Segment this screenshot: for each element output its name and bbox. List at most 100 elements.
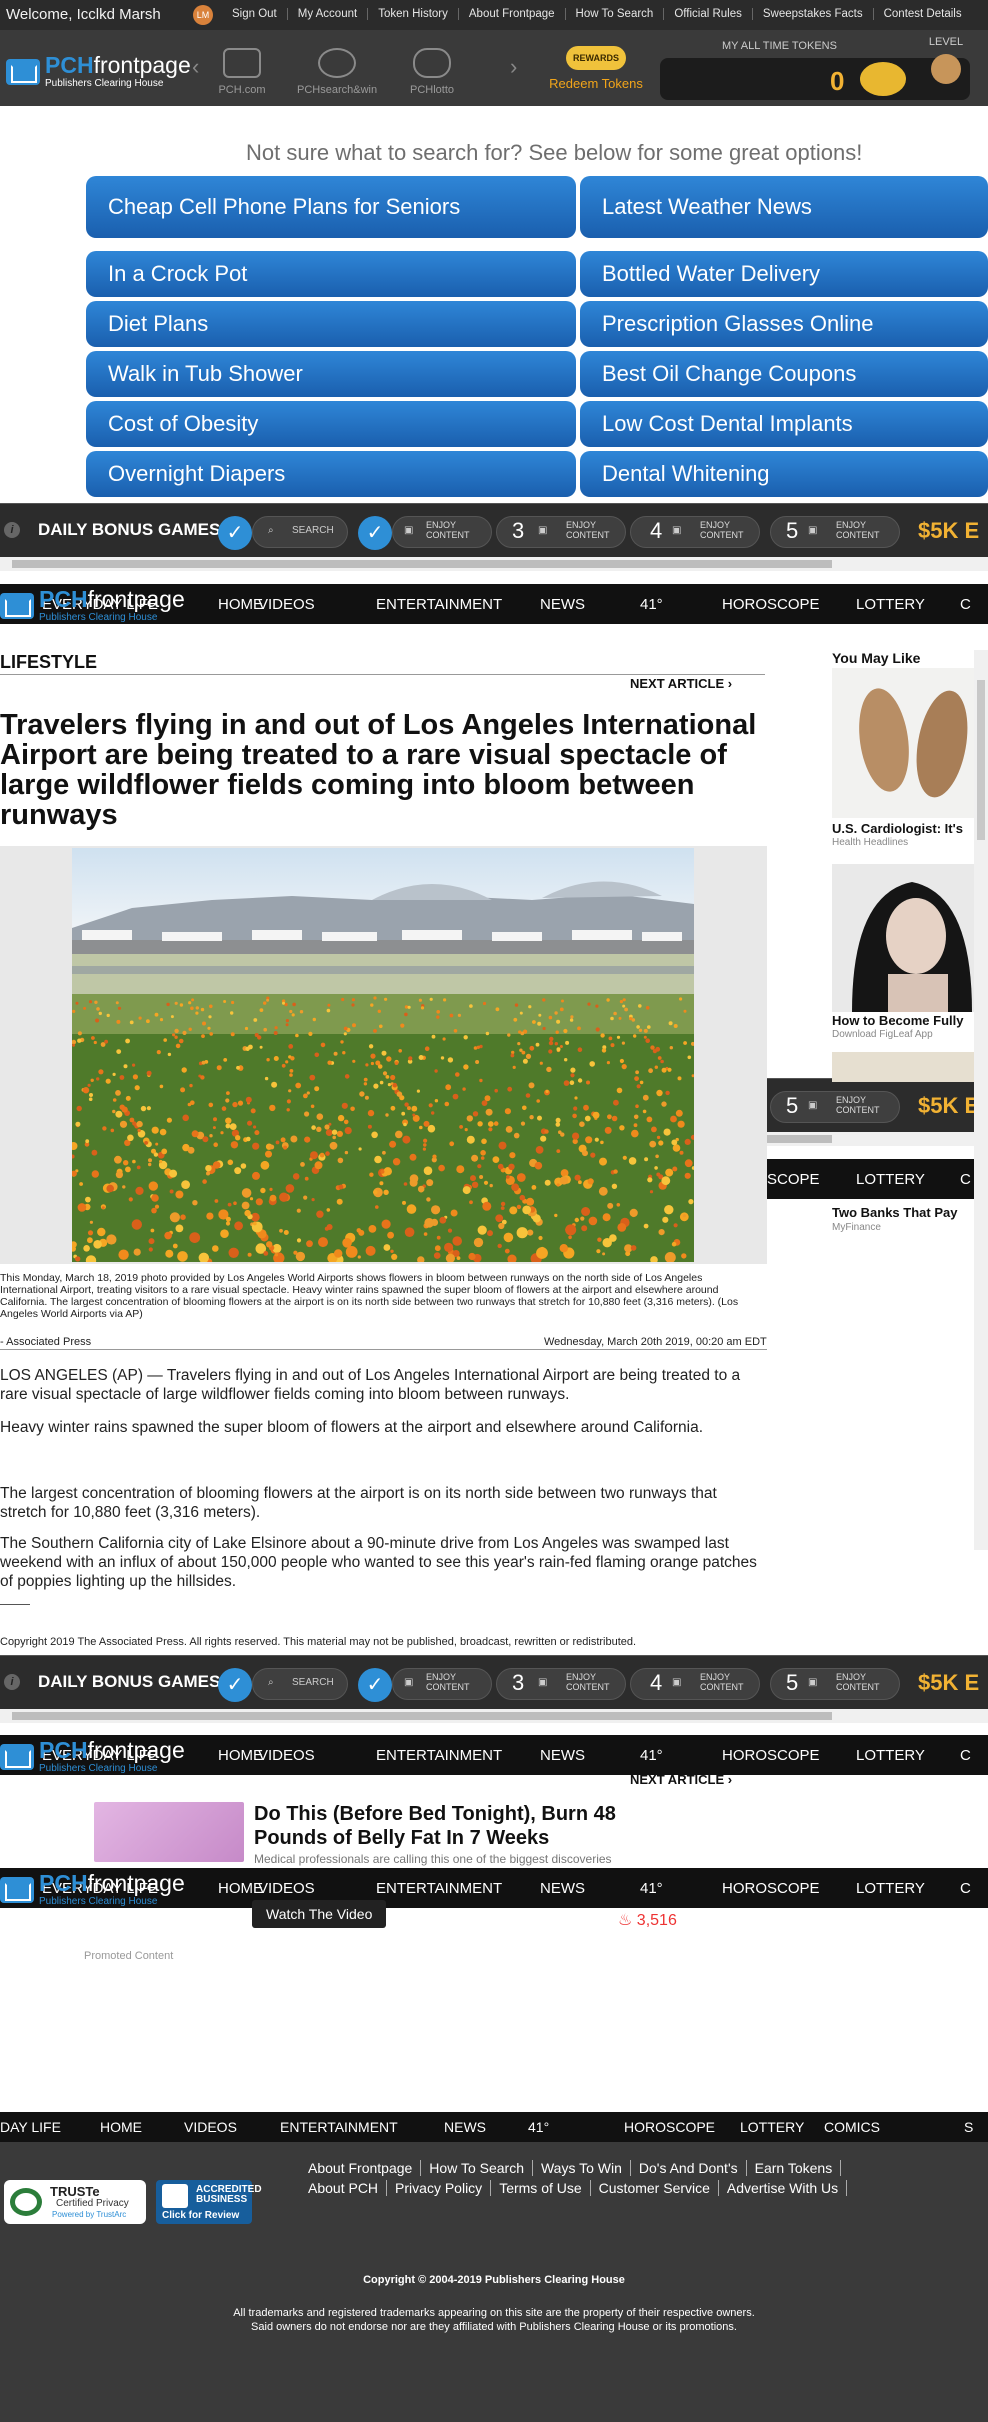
watch-video-button[interactable]: Watch The Video: [252, 1900, 387, 1928]
rail-item-title[interactable]: U.S. Cardiologist: It's: [832, 821, 963, 836]
footer-nav-item[interactable]: LOTTERY: [740, 2119, 804, 2135]
category-nav-item[interactable]: NEWS: [540, 1747, 585, 1764]
rail-ad-image-peanuts[interactable]: [832, 668, 988, 818]
info-icon[interactable]: i: [4, 1674, 20, 1690]
category-nav-item[interactable]: VIDEOS: [258, 596, 315, 613]
category-nav-item[interactable]: C: [960, 1880, 971, 1897]
suggestion-dental-whitening[interactable]: Dental Whitening: [580, 451, 988, 497]
pch-frontpage-logo[interactable]: PCHfrontpagePublishers Clearing House: [0, 1739, 185, 1774]
bonus-prize: $5K E: [918, 1093, 980, 1118]
rail-ad-image-banks[interactable]: [832, 1052, 988, 1082]
chevron-left-icon[interactable]: ‹: [192, 54, 199, 80]
category-nav-item[interactable]: LOTTERY: [856, 1880, 925, 1897]
category-nav-item[interactable]: HOROSCOPE: [722, 596, 820, 613]
pch-frontpage-logo[interactable]: PCHfrontpagePublishers Clearing House: [0, 1872, 185, 1907]
nav-pch-lotto[interactable]: PCHlotto: [392, 48, 472, 96]
category-nav-item[interactable]: HOME: [218, 1747, 263, 1764]
footer-link[interactable]: Do's And Dont's: [629, 2160, 746, 2176]
suggestion-overnight-diapers[interactable]: Overnight Diapers: [86, 451, 576, 497]
footer-link[interactable]: Earn Tokens: [745, 2160, 841, 2176]
sweepstakes-facts-link[interactable]: Sweepstakes Facts: [751, 8, 873, 20]
truste-badge[interactable]: TRUSTe Certified Privacy Powered by Trus…: [4, 2180, 146, 2224]
footer-nav-item[interactable]: COMICS: [824, 2119, 880, 2135]
suggestion-prescription-glasses[interactable]: Prescription Glasses Online: [580, 301, 988, 347]
bonus-title: DAILY BONUS GAMES: [38, 520, 221, 539]
sign-out-link[interactable]: Sign Out: [222, 8, 287, 20]
official-rules-link[interactable]: Official Rules: [663, 8, 752, 20]
category-nav-item[interactable]: HOME: [218, 596, 263, 613]
nav-pch-search-win[interactable]: PCHsearch&win: [297, 48, 377, 96]
suggestion-weather-news[interactable]: Latest Weather News: [580, 176, 988, 238]
footer-nav-item[interactable]: 41°: [528, 2119, 549, 2135]
footer-nav-item[interactable]: ENTERTAINMENT: [280, 2119, 398, 2135]
footer-link[interactable]: Ways To Win: [531, 2160, 630, 2176]
footer-link[interactable]: How To Search: [420, 2160, 532, 2176]
footer-nav-item[interactable]: DAY LIFE: [0, 2119, 61, 2135]
suggestion-bottled-water[interactable]: Bottled Water Delivery: [580, 251, 988, 297]
pch-frontpage-logo[interactable]: PCHfrontpagePublishers Clearing House: [0, 588, 185, 623]
suggestion-dental-implants[interactable]: Low Cost Dental Implants: [580, 401, 988, 447]
envelope-icon: [6, 58, 40, 85]
footer-nav-item[interactable]: S: [964, 2119, 973, 2135]
how-to-search-link[interactable]: How To Search: [564, 8, 664, 20]
bbb-badge[interactable]: ACCREDITED BUSINESS Click for Review: [156, 2180, 262, 2224]
info-icon[interactable]: i: [4, 522, 20, 538]
contest-details-link[interactable]: Contest Details: [872, 8, 972, 20]
footer-link[interactable]: Terms of Use: [490, 2180, 590, 2196]
avatar[interactable]: LM: [193, 5, 213, 25]
pch-frontpage-logo[interactable]: PCHfrontpage Publishers Clearing House: [6, 54, 191, 89]
horizontal-scrollbar[interactable]: [0, 557, 988, 571]
suggestion-oil-change-coupons[interactable]: Best Oil Change Coupons: [580, 351, 988, 397]
category-nav-item[interactable]: LOTTERY: [856, 1171, 925, 1188]
category-nav-item[interactable]: HOROSCOPE: [722, 1880, 820, 1897]
token-history-link[interactable]: Token History: [367, 8, 458, 20]
category-nav-item[interactable]: C: [960, 596, 971, 613]
next-article-link[interactable]: NEXT ARTICLE ›: [630, 676, 732, 691]
footer-nav-item[interactable]: HOME: [100, 2119, 142, 2135]
about-frontpage-link[interactable]: About Frontpage: [457, 8, 565, 20]
content-icon: ▣: [808, 1677, 818, 1688]
rail-ad-image-woman[interactable]: [832, 864, 988, 1012]
category-nav-item[interactable]: LOTTERY: [856, 596, 925, 613]
category-nav-item[interactable]: ENTERTAINMENT: [376, 596, 502, 613]
chevron-right-icon[interactable]: ›: [510, 54, 517, 80]
redeem-tokens-button[interactable]: REWARDS Redeem Tokens: [548, 46, 644, 91]
category-nav-item[interactable]: 41°: [640, 1747, 663, 1764]
suggestion-cost-of-obesity[interactable]: Cost of Obesity: [86, 401, 576, 447]
footer-link[interactable]: Advertise With Us: [717, 2180, 847, 2196]
category-nav-item[interactable]: HOME: [218, 1880, 263, 1897]
category-nav-item[interactable]: ENTERTAINMENT: [376, 1747, 502, 1764]
footer-nav-item[interactable]: NEWS: [444, 2119, 486, 2135]
category-nav-item[interactable]: HOROSCOPE: [722, 1747, 820, 1764]
category-nav-item[interactable]: 41°: [640, 1880, 663, 1897]
category-nav-item[interactable]: VIDEOS: [258, 1880, 315, 1897]
category-nav-item[interactable]: C: [960, 1171, 971, 1188]
category-nav-item[interactable]: NEWS: [540, 1880, 585, 1897]
footer-link[interactable]: About Frontpage: [306, 2160, 420, 2176]
footer-link[interactable]: Customer Service: [589, 2180, 718, 2196]
next-article-link[interactable]: NEXT ARTICLE ›: [630, 1772, 732, 1787]
suggestion-cheap-cell-phone-plans[interactable]: Cheap Cell Phone Plans for Seniors: [86, 176, 576, 238]
horizontal-scrollbar[interactable]: [0, 1709, 988, 1723]
my-account-link[interactable]: My Account: [286, 8, 367, 20]
suggestion-crock-pot[interactable]: In a Crock Pot: [86, 251, 576, 297]
page-scrollbar[interactable]: [974, 650, 988, 1550]
level-indicator[interactable]: LEVEL: [926, 36, 966, 84]
footer-link[interactable]: Privacy Policy: [386, 2180, 491, 2196]
suggestion-walk-in-tub[interactable]: Walk in Tub Shower: [86, 351, 576, 397]
promo-title[interactable]: Do This (Before Bed Tonight), Burn 48 Po…: [254, 1802, 674, 1850]
nav-pch-com[interactable]: PCH.com: [202, 48, 282, 96]
footer-link[interactable]: About PCH: [306, 2180, 386, 2196]
category-nav-item[interactable]: VIDEOS: [258, 1747, 315, 1764]
category-nav-item[interactable]: ENTERTAINMENT: [376, 1880, 502, 1897]
promo-image[interactable]: [94, 1802, 244, 1862]
footer-nav-item[interactable]: HOROSCOPE: [624, 2119, 715, 2135]
category-nav-item[interactable]: NEWS: [540, 596, 585, 613]
footer-nav-item[interactable]: VIDEOS: [184, 2119, 237, 2135]
category-nav-item[interactable]: 41°: [640, 596, 663, 613]
category-nav-item[interactable]: LOTTERY: [856, 1747, 925, 1764]
rail-item-title[interactable]: How to Become Fully: [832, 1013, 963, 1028]
rail-item-title[interactable]: Two Banks That Pay: [832, 1205, 957, 1220]
suggestion-diet-plans[interactable]: Diet Plans: [86, 301, 576, 347]
category-nav-item[interactable]: C: [960, 1747, 971, 1764]
